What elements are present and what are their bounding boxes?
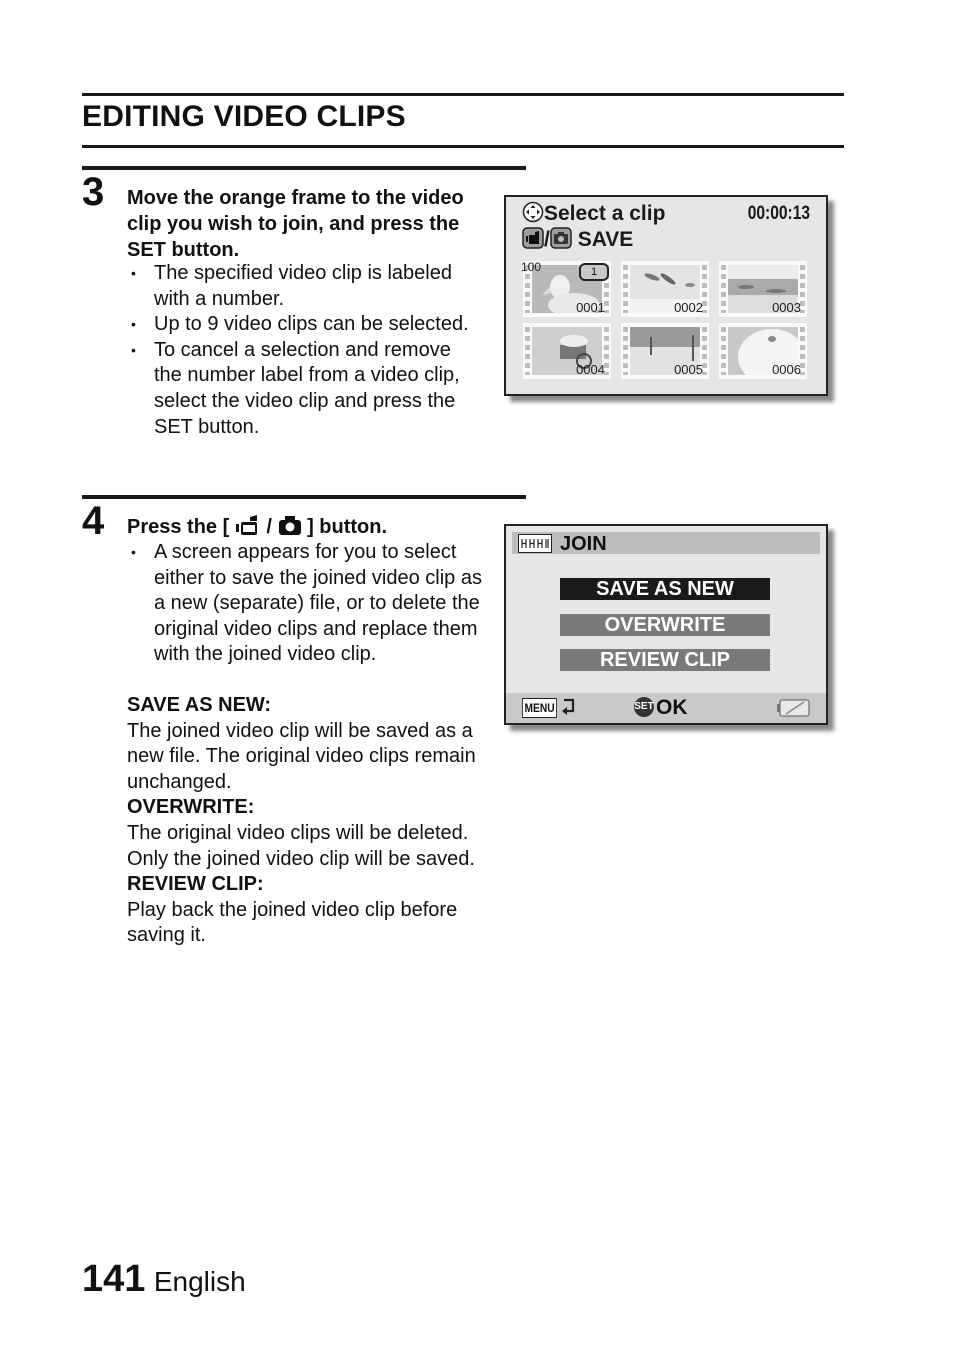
step4-bullet: A screen appears for you to select eithe…: [127, 540, 482, 668]
thumbnail-number: 0003: [772, 300, 801, 315]
thumbnail-number: 0005: [674, 362, 703, 377]
step4-number: 4: [82, 499, 105, 543]
step3-number: 3: [82, 170, 105, 214]
join-menu-screen: JOIN SAVE AS NEW OVERWRITE REVIEW CLIP M…: [504, 524, 828, 725]
thumbnail-0005[interactable]: 0005: [621, 323, 709, 379]
battery-icon: [777, 699, 810, 717]
title-rule-bottom: [82, 145, 844, 148]
step3-bullet: Up to 9 video clips can be selected.: [127, 312, 482, 338]
save-label: SAVE: [577, 228, 634, 251]
menu-option-save-as-new[interactable]: SAVE AS NEW: [560, 578, 770, 600]
page-number: 141: [82, 1258, 146, 1300]
screen-bottom-bar: MENU SET OK: [506, 693, 826, 723]
thumbnail-0003[interactable]: 0003: [719, 261, 807, 317]
menu-button-icon: MENU: [522, 698, 558, 718]
option-review-clip: REVIEW CLIP: Play back the joined video …: [127, 872, 482, 949]
thumbnail-0004[interactable]: 0004: [523, 323, 611, 379]
ok-label: OK: [656, 696, 688, 719]
selection-number-badge: 1: [579, 263, 609, 281]
title-rule-top: [82, 93, 844, 96]
menu-option-review-clip[interactable]: REVIEW CLIP: [560, 649, 770, 671]
set-button-icon: SET: [634, 697, 654, 717]
video-camera-icon: [235, 515, 257, 535]
join-header: JOIN: [512, 532, 820, 554]
option-save-as-new: SAVE AS NEW: The joined video clip will …: [127, 693, 482, 795]
join-film-icon: [518, 534, 552, 553]
direction-pad-icon: [522, 201, 544, 223]
option-desc: The original video clips will be deleted…: [127, 821, 475, 870]
folder-number: 100: [521, 260, 542, 274]
option-desc: The joined video clip will be saved as a…: [127, 719, 476, 793]
step3-bullets: The specified video clip is labeled with…: [127, 261, 482, 440]
step4-bullets: A screen appears for you to select eithe…: [127, 540, 482, 668]
camera-icon: [278, 516, 301, 535]
page-footer: 141 English: [82, 1258, 246, 1301]
thumbnail-number: 0006: [772, 362, 801, 377]
join-title: JOIN: [560, 533, 607, 555]
thumbnail-0001[interactable]: 100 1 0001: [521, 260, 611, 317]
thumbnail-number: 0001: [576, 300, 605, 315]
step3-bullet: The specified video clip is labeled with…: [127, 261, 482, 312]
camera-icon: [550, 227, 572, 249]
option-overwrite: OVERWRITE: The original video clips will…: [127, 795, 482, 872]
select-clip-label: Select a clip: [544, 202, 666, 225]
select-line: Select a clip: [522, 201, 665, 226]
step3-bullet: To cancel a selection and remove the num…: [127, 338, 482, 440]
step3-rule: [82, 166, 526, 170]
menu-option-overwrite[interactable]: OVERWRITE: [560, 614, 770, 636]
option-term: REVIEW CLIP:: [127, 873, 264, 896]
option-desc: Play back the joined video clip before s…: [127, 898, 458, 947]
clip-select-screen: Select a clip 00:00:13 / SAVE 100 1 0001…: [504, 195, 828, 396]
video-camera-icon: [522, 227, 544, 249]
step3-heading: Move the orange frame to the video clip …: [127, 187, 464, 261]
language-label: English: [153, 1266, 246, 1297]
save-line: / SAVE: [522, 227, 633, 252]
option-term: SAVE AS NEW:: [127, 694, 272, 716]
thumbnail-number: 0004: [576, 362, 605, 377]
timecode: 00:00:13: [747, 203, 810, 224]
thumbnail-0002[interactable]: 0002: [621, 261, 709, 317]
return-arrow-icon: [562, 698, 575, 715]
option-descriptions: SAVE AS NEW: The joined video clip will …: [127, 693, 482, 949]
option-term: OVERWRITE:: [127, 796, 255, 819]
section-title: EDITING VIDEO CLIPS: [82, 100, 406, 133]
thumbnail-number: 0002: [674, 300, 703, 315]
thumbnail-0006[interactable]: 0006: [719, 323, 807, 379]
step4-heading: Press the [ / ] button.: [127, 515, 388, 538]
step4-rule: [82, 495, 526, 499]
